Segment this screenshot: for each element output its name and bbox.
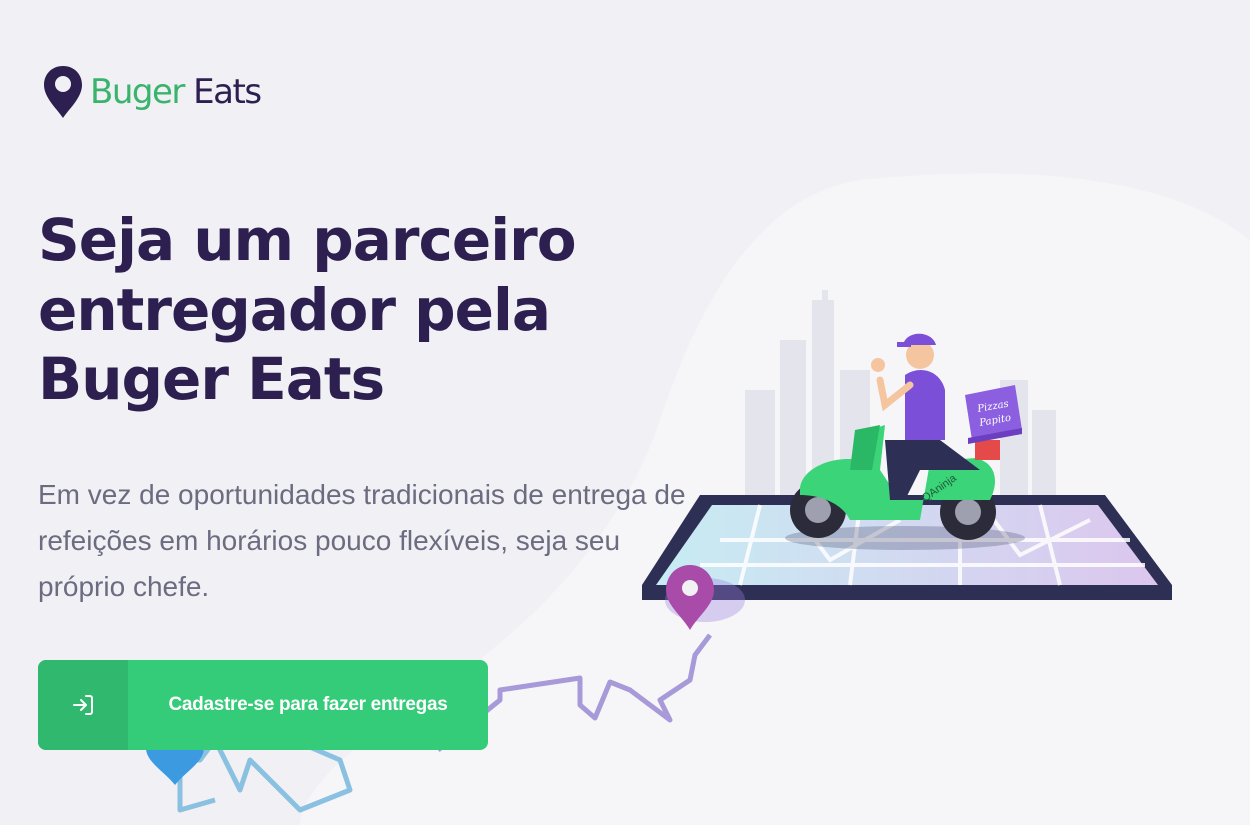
- signup-deliveries-button[interactable]: Cadastre-se para fazer entregas: [38, 660, 488, 750]
- pizza-box: Pizzas Papito: [965, 385, 1022, 444]
- cta-icon-container: [38, 660, 128, 750]
- cta-label: Cadastre-se para fazer entregas: [168, 694, 448, 715]
- sign-in-icon: [73, 695, 93, 715]
